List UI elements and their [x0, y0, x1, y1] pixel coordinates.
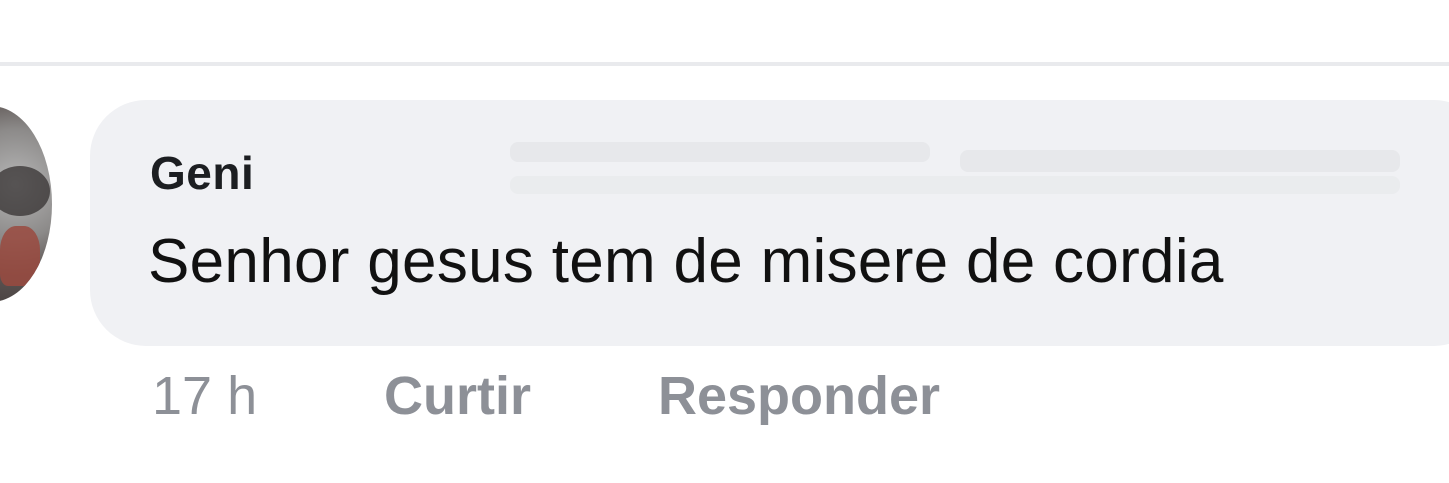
comment-bubble: [90, 100, 1449, 346]
redacted-name-block: [510, 176, 1400, 194]
avatar[interactable]: [0, 106, 52, 302]
avatar-shirt-shape: [0, 226, 40, 286]
avatar-hair-shape: [0, 166, 50, 216]
comment-author-name[interactable]: Geni: [150, 146, 254, 200]
comment-timestamp[interactable]: 17 h: [152, 365, 257, 427]
like-button[interactable]: Curtir: [384, 365, 531, 427]
comment-text: Senhor gesus tem de misere de cordia: [148, 227, 1224, 296]
comment-screen: Geni Senhor gesus tem de misere de cordi…: [0, 0, 1449, 483]
redacted-name-block: [960, 150, 1400, 172]
redacted-name-block: [510, 142, 930, 162]
reply-button[interactable]: Responder: [658, 365, 940, 427]
divider: [0, 62, 1449, 66]
